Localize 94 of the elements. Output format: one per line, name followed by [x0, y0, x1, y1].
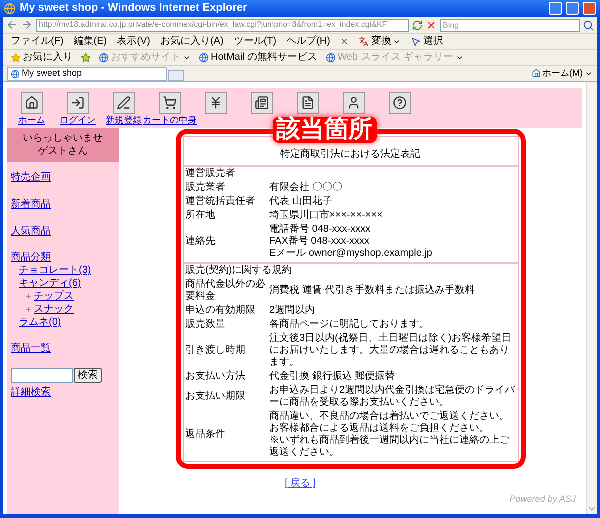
search-button[interactable]: 検索 [74, 368, 102, 383]
question-icon[interactable] [389, 92, 411, 114]
row-value: Eメール owner@myshop.example.jp [270, 248, 434, 260]
house-icon[interactable] [21, 92, 43, 114]
row-value: 有限会社 〇〇〇 [270, 182, 344, 194]
plus-icon [25, 293, 32, 300]
globe-icon [99, 52, 109, 62]
row-label: 引き渡し時期 [186, 345, 246, 357]
window-title: My sweet shop - Windows Internet Explorer [20, 1, 248, 16]
category-link[interactable]: キャンディ(6) [19, 277, 82, 290]
row-value: 商品違い、不良品の場合は着払いでご返送ください。 [270, 411, 510, 422]
home-button[interactable]: ホーム(M) [532, 66, 593, 80]
sidebar-link[interactable]: 商品分類 [11, 251, 115, 264]
row-label: お支払い期限 [186, 391, 246, 403]
favorites-button[interactable]: お気に入り [11, 50, 73, 65]
cart-icon[interactable] [159, 92, 181, 114]
row-value: 2週間以内 [270, 305, 316, 317]
close-icon[interactable] [340, 37, 350, 46]
row-value: お客様都合による返品は送料をご負担ください。 [270, 423, 490, 434]
person-icon[interactable] [343, 92, 365, 114]
row-label: 販売数量 [186, 319, 226, 331]
category-link[interactable]: スナック [34, 303, 74, 316]
sidebar-link[interactable]: 特売企画 [11, 170, 115, 185]
row-label: 運営統括責任者 [186, 196, 256, 208]
translate-icon [359, 36, 370, 46]
row-value: FAX番号 048-xxx-xxxx [270, 236, 371, 248]
row-label: 商品代金以外の必要料金 [186, 279, 266, 303]
browser-tab[interactable]: My sweet shop [7, 67, 167, 81]
menu-item[interactable]: 表示(V) [117, 34, 150, 49]
nav-link[interactable]: ログイン [60, 115, 96, 126]
nav-link[interactable]: ホーム [18, 115, 46, 126]
category-link[interactable]: チップス [34, 290, 74, 303]
sidebar-link[interactable]: 商品一覧 [11, 341, 115, 356]
row-value: 電話番号 048-xxx-xxxx [270, 224, 372, 236]
search-input[interactable] [11, 368, 73, 383]
nav-link[interactable]: 新規登録 [106, 115, 142, 126]
row-value: お申込み日より2週間以内代金引換は宅急便のドライバーに商品を受取る際お支払いください。 [270, 385, 516, 409]
minimize-button[interactable] [549, 2, 562, 15]
row-value: 代金引換 銀行振込 郵便振替 [270, 371, 396, 383]
menu-item[interactable]: ヘルプ(H) [286, 34, 330, 49]
yen-icon[interactable] [205, 92, 227, 114]
greeting-text: ゲストさん [38, 145, 88, 158]
newspaper-icon[interactable] [251, 92, 273, 114]
sidebar-link[interactable]: 人気商品 [11, 224, 115, 239]
footer-text: Powered by ASJ [510, 493, 576, 506]
row-label: お支払い方法 [186, 371, 246, 383]
pointer-icon [411, 36, 422, 46]
pen-icon[interactable] [113, 92, 135, 114]
add-star-icon[interactable] [81, 52, 91, 62]
row-value: 代表 山田花子 [270, 196, 334, 208]
row-label: 連絡先 [186, 236, 216, 248]
maximize-button[interactable] [566, 2, 579, 15]
menu-item[interactable]: 編集(E) [74, 34, 108, 49]
browser-icon [4, 2, 16, 14]
menu-item[interactable]: お気に入り(A) [160, 34, 224, 49]
forward-button[interactable] [21, 19, 33, 31]
scrollbar[interactable] [586, 82, 597, 514]
document-icon[interactable] [297, 92, 319, 114]
translate-button[interactable]: 変換 [359, 34, 402, 49]
search-icon[interactable] [583, 20, 594, 30]
address-field[interactable]: http://mv18.admiral.co.jp.private/e-commex/cgi-bin/ex_law.cgi?jumpno=8&from1=ex_index.cgi&KF [36, 18, 409, 32]
category-link[interactable]: ラムネ(0) [19, 316, 62, 329]
section-heading: 運営販売者 [186, 167, 236, 181]
sidebar-link[interactable]: 詳細検索 [11, 385, 115, 400]
row-value: 埼玉県川口市×××-××-××× [270, 210, 384, 222]
row-label: 申込の有効期限 [186, 305, 256, 317]
stop-button[interactable] [426, 20, 437, 30]
row-label: 所在地 [186, 210, 216, 222]
row-label: 返品条件 [186, 429, 226, 441]
house-icon [532, 69, 540, 78]
section-heading: 販売(契約)に関する規約 [186, 264, 294, 278]
select-button[interactable]: 選択 [411, 34, 444, 49]
row-value: 消費税 運賃 代引き手数料または振込み手数料 [270, 285, 476, 297]
plus-icon [25, 306, 32, 313]
row-label: 販売業者 [186, 182, 226, 194]
globe-icon [199, 52, 209, 62]
search-field[interactable]: Bing [440, 18, 580, 32]
row-value: 注文後3日以内(祝祭日、土日曜日は除く)お客様希望日にお届けいたします。大量の場合は遅れることもあります。 [270, 333, 513, 369]
nav-link[interactable]: カートの中身 [143, 115, 197, 126]
back-link[interactable]: [ 戻る ] [284, 476, 316, 491]
greeting-text: いらっしゃいませ [23, 132, 103, 145]
sidebar-link[interactable]: 新着商品 [11, 197, 115, 212]
row-value: ※いずれも商品到着後一週間以内に当社に連絡の上ご返送ください。 [270, 435, 510, 459]
favorite-link[interactable]: HotMail の無料サービス [199, 50, 318, 65]
star-icon [11, 52, 21, 62]
back-button[interactable] [6, 19, 18, 31]
globe-icon [11, 70, 20, 78]
row-value: 各商品ページに明記しております。 [270, 319, 430, 331]
globe-icon [326, 52, 336, 62]
close-button[interactable] [583, 2, 596, 15]
category-link[interactable]: チョコレート(3) [19, 264, 92, 277]
refresh-button[interactable] [412, 20, 423, 30]
menu-item[interactable]: ツール(T) [234, 34, 277, 49]
menu-item[interactable]: ファイル(F) [11, 34, 64, 49]
